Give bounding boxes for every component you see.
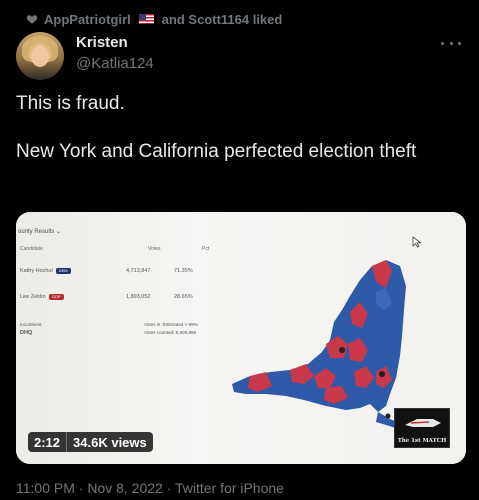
video-views: 34.6K views	[73, 434, 147, 450]
social-context[interactable]: AppPatriotgirl and Scott1164 liked	[26, 10, 282, 28]
more-options-icon[interactable]	[441, 36, 461, 50]
liked-text: and Scott1164 liked	[161, 11, 283, 27]
tweet-timestamp[interactable]: 11:00 PM · Nov 8, 2022 · Twitter for iPh…	[16, 480, 284, 496]
author-name[interactable]: Kristen	[76, 34, 128, 51]
hq-label: DHQ	[20, 330, 33, 336]
watermark-logo: The 1st MATCH	[394, 408, 450, 448]
tweet-text: This is fraud. New York and California p…	[16, 93, 417, 162]
heart-icon	[26, 15, 38, 24]
video-duration: 2:12	[34, 434, 61, 450]
video-info-badge: 2:12 34.6K views	[28, 432, 153, 452]
results-panel: ounty Results ⌄ Candidate Votes Pct Kath…	[16, 212, 209, 464]
col-votes: Votes	[148, 246, 161, 252]
candidate-votes: 4,713,847	[126, 268, 151, 274]
incumbent-label: Incumbent	[20, 322, 42, 327]
candidate-votes: 1,893,052	[126, 294, 151, 300]
candidate-pct: 71.35%	[174, 268, 193, 274]
mouse-cursor-icon	[412, 236, 422, 248]
video-player[interactable]: ounty Results ⌄ Candidate Votes Pct Kath…	[16, 212, 466, 464]
candidate-row: Lee Zeldin GOP	[20, 294, 64, 300]
candidate-pct: 28.65%	[174, 294, 193, 300]
us-flag-icon	[138, 14, 154, 24]
avatar[interactable]	[16, 32, 64, 80]
liker-name[interactable]: AppPatriotgirl	[44, 12, 131, 27]
col-pct: Pct	[202, 246, 210, 252]
col-candidate: Candidate	[20, 246, 43, 252]
county-map	[232, 260, 408, 428]
counted-text: Votes counted: 6,606,899	[144, 330, 197, 335]
candidate-row: Kathy Hochul DEM	[20, 268, 71, 274]
results-header: ounty Results ⌄	[18, 229, 62, 235]
estimated-text: Votes in: Estimated > 99%	[144, 322, 198, 327]
author-handle[interactable]: @Katlia124	[76, 55, 154, 72]
